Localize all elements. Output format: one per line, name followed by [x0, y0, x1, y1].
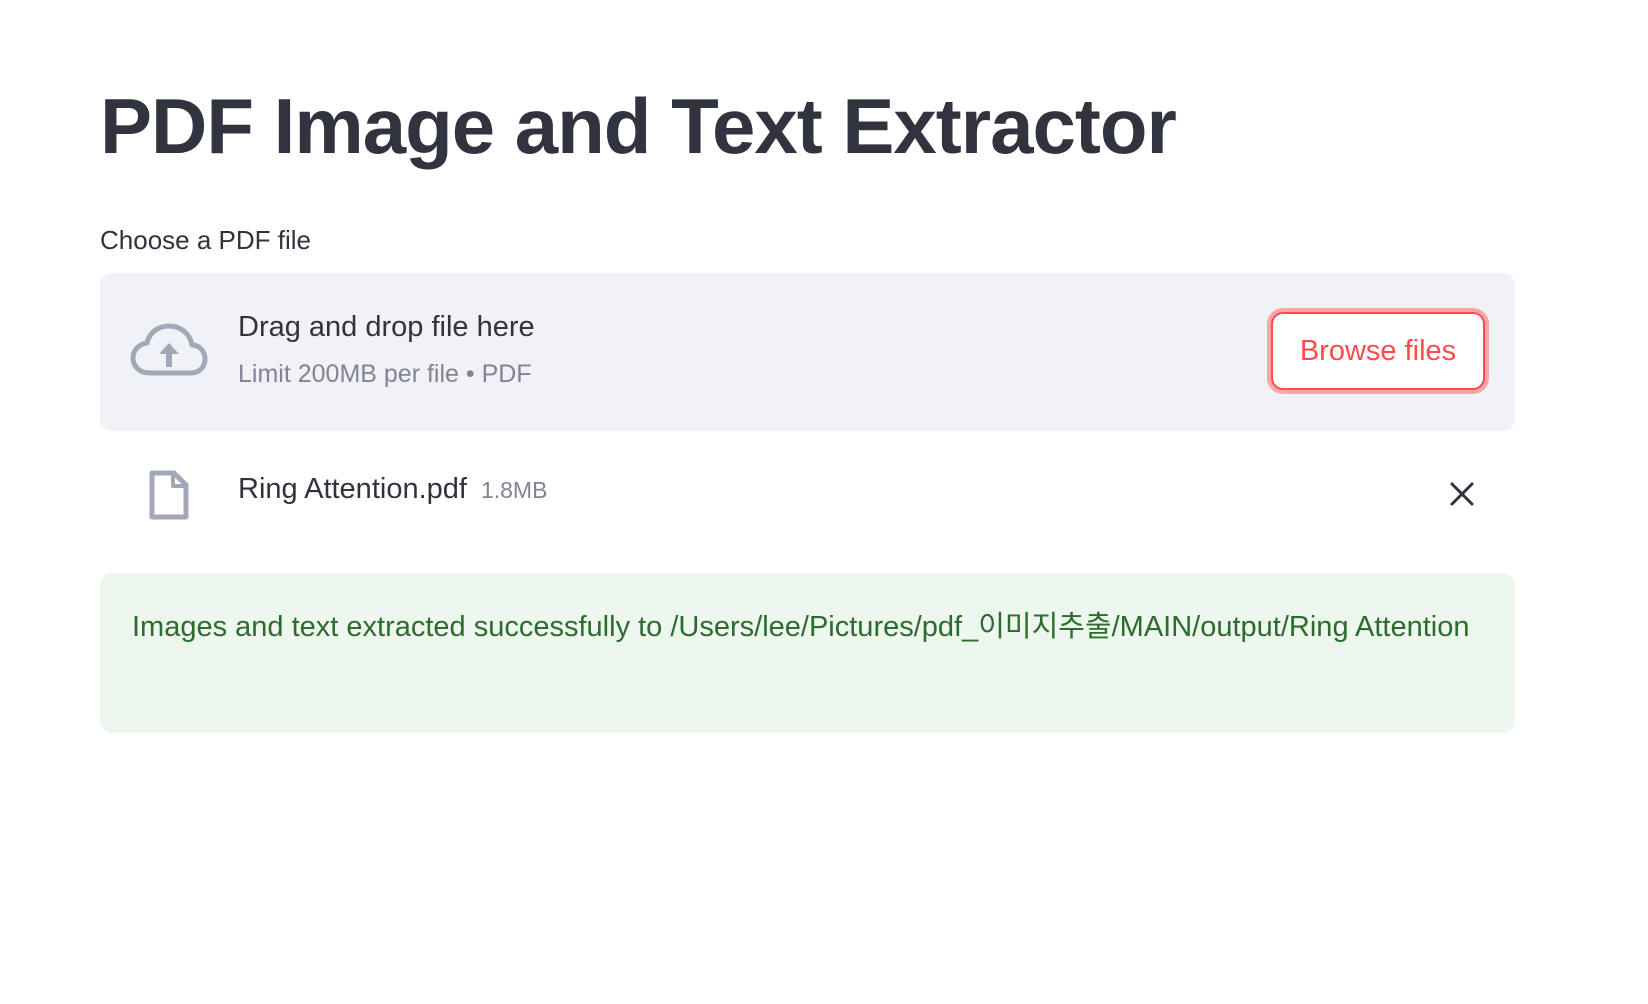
uploaded-file-name: Ring Attention.pdf	[238, 473, 467, 505]
dropzone-instructions: Drag and drop file here Limit 200MB per …	[238, 311, 535, 389]
browse-files-button[interactable]: Browse files	[1271, 312, 1485, 390]
success-alert: Images and text extracted successfully t…	[100, 573, 1515, 733]
file-icon	[148, 469, 190, 521]
file-dropzone[interactable]: Drag and drop file here Limit 200MB per …	[100, 273, 1515, 431]
uploaded-file-info: Ring Attention.pdf 1.8MB	[238, 473, 547, 506]
cloud-upload-icon	[130, 323, 208, 379]
dropzone-limit: Limit 200MB per file • PDF	[238, 360, 532, 388]
page-title: PDF Image and Text Extractor	[100, 82, 1177, 170]
uploaded-file-size: 1.8MB	[480, 477, 548, 503]
close-icon[interactable]	[1447, 479, 1477, 509]
success-message: Images and text extracted successfully t…	[132, 611, 1470, 643]
dropzone-title: Drag and drop file here	[238, 311, 535, 343]
file-uploader-label: Choose a PDF file	[100, 225, 311, 255]
uploaded-file-item: Ring Attention.pdf 1.8MB	[100, 455, 1515, 533]
